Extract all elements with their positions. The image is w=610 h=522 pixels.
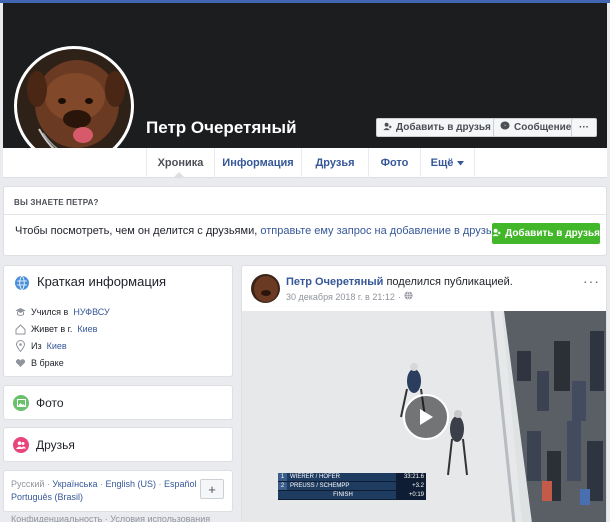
post-avatar[interactable] [251,274,280,303]
video-player[interactable]: 1 WIERER / HOFER 33:21.6 2 PREUSS / SCHE… [242,311,606,522]
intro-prefix: Живет в г. [31,324,73,334]
scoreboard-rank: 2 [278,482,287,490]
language-link[interactable]: Español [164,479,197,489]
tab-label: Фото [380,157,409,169]
scoreboard-rank [278,491,287,499]
scoreboard-row: 2 PREUSS / SCHEMPP +3.2 [278,482,426,491]
scoreboard-row: FINISH +0:19 [278,491,426,500]
language-link[interactable]: Português (Brasil) [11,492,83,502]
know-text: Чтобы посмотреть, чем он делится с друзь… [15,225,501,237]
intro-row-lives: Живет в г. Киев [14,323,97,335]
language-current: Русский [11,479,45,489]
more-options-icon: ··· [579,122,589,133]
add-friend-green-label: Добавить в друзья [505,228,600,239]
friends-icon [13,437,29,453]
tab-label: Хроника [157,157,204,169]
profile-name[interactable]: Петр Очеретяный [146,118,297,138]
language-link[interactable]: English (US) [105,479,156,489]
dog-photo [251,274,280,303]
photo-icon [13,395,29,411]
post-card: Петр Очеретяный поделился публикацией. 3… [241,265,607,522]
add-friend-icon [492,228,501,240]
heart-icon [14,357,26,369]
know-text-prefix: Чтобы посмотреть, чем он делится с друзь… [15,225,258,237]
play-button[interactable] [403,394,449,440]
message-button[interactable]: Сообщение [493,118,579,137]
messenger-icon [500,121,510,134]
tab-about[interactable]: Информация [214,148,301,178]
caret-down-icon [457,157,465,169]
scoreboard-overlay: 1 WIERER / HOFER 33:21.6 2 PREUSS / SCHE… [278,473,426,500]
divider [4,214,606,215]
tab-label: Ещё [430,157,454,169]
profile-nav: Хроника Информация Друзья Фото Ещё [3,148,607,178]
post-date[interactable]: 30 декабря 2018 г. в 21:12 [286,292,395,302]
tab-more[interactable]: Ещё [420,148,475,178]
add-friend-button[interactable]: Добавить в друзья [376,118,498,137]
add-language-button[interactable]: + [200,479,224,499]
tab-photos[interactable]: Фото [368,148,420,178]
post-meta: 30 декабря 2018 г. в 21:12 · [286,291,413,302]
more-options-button[interactable]: ··· [571,118,597,137]
post-header: Петр Очеретяный поделился публикацией. [286,276,513,288]
intro-prefix: Учился в [31,307,69,317]
add-friend-green-button[interactable]: Добавить в друзья [492,223,600,244]
photos-title: Фото [36,396,64,410]
scoreboard-name: WIERER / HOFER [290,474,341,480]
add-friend-icon [383,122,392,134]
school-link[interactable]: НУФВСУ [73,307,109,317]
intro-prefix: Из [31,341,42,351]
friends-card[interactable]: Друзья [3,427,233,462]
language-list: Русский · Українська · English (US) · Es… [11,479,197,502]
play-icon [420,409,433,425]
add-friend-label: Добавить в друзья [396,122,491,133]
footer-links[interactable]: Конфиденциальность · Условия использован… [11,514,210,522]
intro-title: Краткая информация [37,274,167,289]
message-label: Сообщение [514,122,572,133]
photos-card[interactable]: Фото [3,385,233,420]
friends-title: Друзья [36,438,75,452]
send-request-link[interactable]: отправьте ему запрос на добавление в дру… [260,225,500,237]
tab-friends[interactable]: Друзья [301,148,368,178]
active-tab-indicator [173,172,185,178]
know-title: ВЫ ЗНАЕТЕ ПЕТРА? [14,198,99,207]
post-options-button[interactable]: ··· [583,273,600,289]
tab-label: Друзья [315,157,355,169]
language-link[interactable]: Українська [52,479,97,489]
location-pin-icon [14,340,26,352]
scoreboard-time: +0:19 [396,491,426,499]
home-icon [14,323,26,335]
graduation-cap-icon [14,306,26,318]
scoreboard-name: PREUSS / SCHEMPP [290,483,350,489]
scoreboard-name: FINISH [333,492,353,498]
know-him-box: ВЫ ЗНАЕТЕ ПЕТРА? Чтобы посмотреть, чем о… [3,186,607,256]
globe-icon [14,275,30,294]
scoreboard-row: 1 WIERER / HOFER 33:21.6 [278,473,426,482]
current-city-link[interactable]: Киев [77,324,97,334]
globe-privacy-icon [404,291,413,302]
intro-card: Краткая информация Учился в НУФВСУ Живет… [3,265,233,377]
intro-row-education: Учился в НУФВСУ [14,306,110,318]
intro-row-from: Из Киев [14,340,67,352]
tab-label: Информация [222,157,294,169]
post-author-link[interactable]: Петр Очеретяный [286,276,383,288]
intro-row-relationship: В браке [14,357,64,369]
scoreboard-rank: 1 [278,473,287,481]
relationship-status: В браке [31,358,64,368]
post-action: поделился публикацией. [386,276,513,288]
hometown-link[interactable]: Киев [47,341,67,351]
scoreboard-time: +3.2 [396,482,426,490]
scoreboard-time: 33:21.6 [396,473,426,481]
dog-photo [17,49,131,163]
